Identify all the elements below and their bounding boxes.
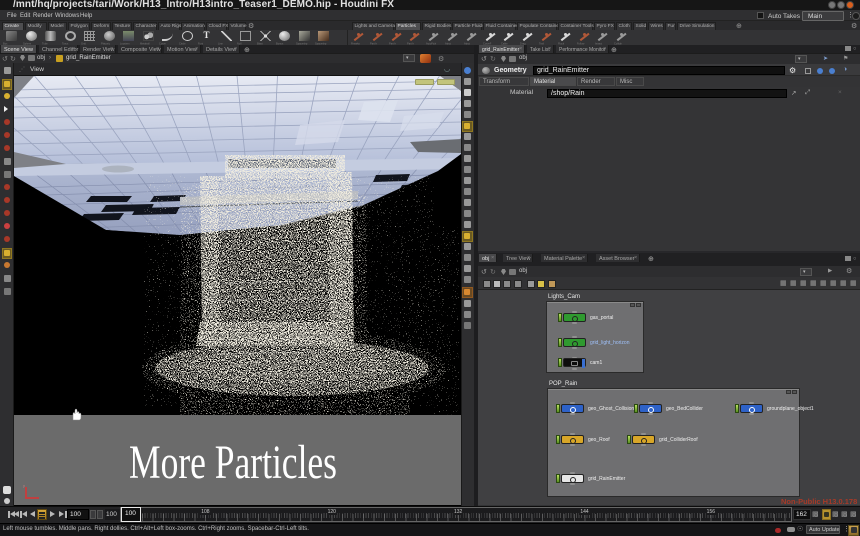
svg-text:More Particles: More Particles [129, 438, 337, 489]
